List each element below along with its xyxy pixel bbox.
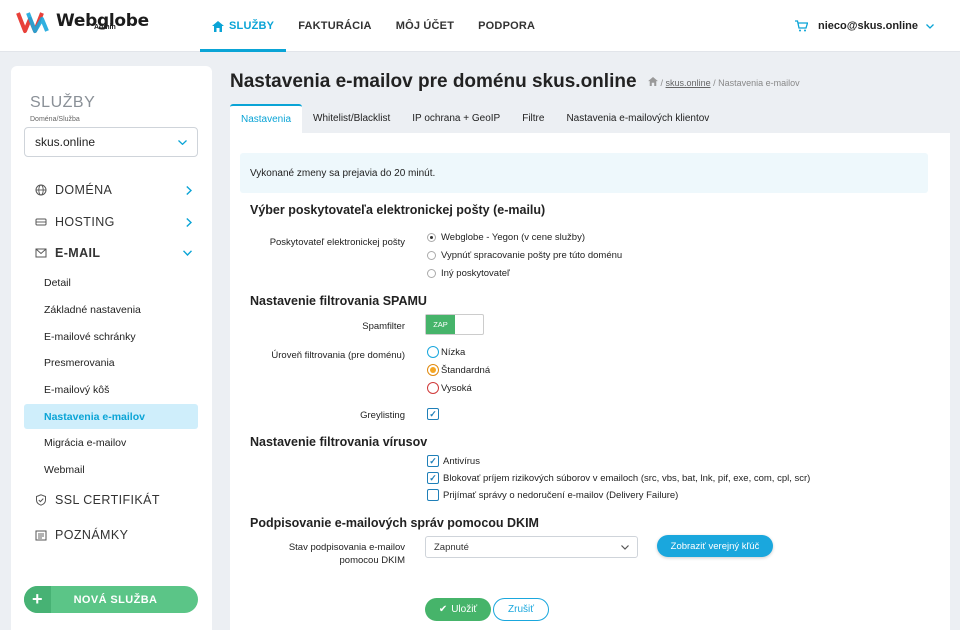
checkbox-empty[interactable]	[427, 489, 439, 501]
sidebar-subitem-nastavenia-emailov[interactable]: Nastavenia e-mailov	[24, 404, 198, 429]
globe-icon	[35, 184, 47, 196]
server-icon	[35, 218, 47, 226]
logo[interactable]: Webglobe	[16, 10, 149, 34]
chevron-down-icon	[178, 139, 187, 145]
breadcrumb-link-domain[interactable]: skus.online	[666, 78, 711, 88]
settings-panel: Vykonané zmeny sa prejavia do 20 minút. …	[230, 133, 950, 630]
level-option-high[interactable]: Vysoká	[427, 382, 472, 394]
sidebar-item-hosting[interactable]: HOSTING	[24, 209, 198, 235]
chevron-down-icon	[183, 250, 192, 256]
save-button[interactable]: ✔ Uložiť	[425, 598, 491, 621]
shield-icon	[36, 494, 46, 506]
virus-option-delivery-failure[interactable]: Prijímať správy o nedoručení e-mailov (D…	[427, 489, 678, 501]
sidebar-item-domena[interactable]: DOMÉNA	[24, 177, 198, 203]
spamfilter-toggle[interactable]: ZAP	[425, 314, 484, 335]
sidebar-title: SLUŽBY	[30, 94, 96, 111]
page-title: Nastavenia e-mailov pre doménu skus.onli…	[230, 71, 637, 92]
check-icon: ✔	[438, 604, 448, 615]
level-option-low[interactable]: Nízka	[427, 346, 465, 358]
chevron-down-icon	[621, 544, 629, 550]
sidebar-subitem-presmerovania[interactable]: Presmerovania	[24, 350, 198, 375]
nav-sluzby[interactable]: SLUŽBY	[200, 0, 287, 52]
sidebar-item-poznamky[interactable]: POZNÁMKY	[24, 522, 198, 548]
info-notice: Vykonané zmeny sa prejavia do 20 minút.	[240, 153, 928, 193]
section-provider-heading: Výber poskytovateľa elektronickej pošty …	[250, 203, 546, 217]
sidebar-subitem-schranky[interactable]: E-mailové schránky	[24, 324, 198, 349]
home-icon[interactable]	[648, 77, 658, 86]
notes-icon	[35, 530, 47, 540]
home-icon	[212, 20, 224, 32]
nav-moj-ucet[interactable]: MÔJ ÚČET	[384, 0, 466, 52]
sidebar-subitem-kos[interactable]: E-mailový kôš	[24, 377, 198, 402]
tab-filtre[interactable]: Filtre	[511, 104, 555, 133]
user-menu[interactable]: nieco@skus.online	[795, 0, 934, 52]
breadcrumb-current: Nastavenia e-mailov	[718, 78, 800, 88]
level-option-standard[interactable]: Štandardná	[427, 364, 490, 376]
provider-option-disable[interactable]: Vypnúť spracovanie pošty pre túto doménu	[427, 250, 622, 261]
section-virus-heading: Nastavenie filtrovania vírusov	[250, 435, 428, 449]
tab-emailove-klienty[interactable]: Nastavenia e-mailových klientov	[555, 104, 720, 133]
chevron-right-icon	[186, 217, 192, 227]
top-bar: Webglobe Admin SLUŽBY FAKTURÁCIA MÔJ ÚČE…	[0, 0, 960, 52]
virus-option-antivirus[interactable]: ✓ Antivírus	[427, 455, 480, 467]
sidebar-subitem-zakladne-nastavenia[interactable]: Základné nastavenia	[24, 297, 198, 322]
dkim-status-select[interactable]: Zapnuté	[425, 536, 638, 558]
radio-selected[interactable]	[427, 364, 439, 376]
radio-selected[interactable]	[427, 233, 436, 242]
section-dkim-heading: Podpisovanie e-mailových správ pomocou D…	[250, 516, 539, 530]
dkim-label: Stav podpisovania e-mailov pomocou DKIM	[288, 542, 405, 566]
tab-ip-ochrana[interactable]: IP ochrana + GeoIP	[401, 104, 511, 133]
sidebar-item-email[interactable]: E-MAIL	[24, 240, 198, 266]
new-service-button[interactable]: + NOVÁ SLUŽBA	[24, 586, 198, 613]
check-icon[interactable]: ✓	[427, 408, 439, 420]
filter-level-label: Úroveň filtrovania (pre doménu)	[271, 350, 405, 361]
main-nav: SLUŽBY FAKTURÁCIA MÔJ ÚČET PODPORA	[200, 0, 547, 52]
show-public-key-button[interactable]: Zobraziť verejný kľúč	[657, 535, 773, 557]
cart-icon[interactable]	[795, 20, 809, 32]
provider-option-other[interactable]: Iný poskytovateľ	[427, 268, 510, 279]
radio-unselected[interactable]	[427, 251, 436, 260]
chevron-right-icon	[186, 185, 192, 195]
greylisting-checkbox[interactable]: ✓	[427, 408, 443, 420]
provider-option-webglobe[interactable]: Webglobe - Yegon (v cene služby)	[427, 232, 585, 243]
check-icon[interactable]: ✓	[427, 472, 439, 484]
greylisting-label: Greylisting	[360, 410, 405, 421]
sidebar: SLUŽBY Doména/Služba skus.online DOMÉNA …	[11, 66, 212, 630]
check-icon[interactable]: ✓	[427, 455, 439, 467]
radio-unselected[interactable]	[427, 382, 439, 394]
sidebar-subitem-webmail[interactable]: Webmail	[24, 457, 198, 482]
sidebar-subtitle: Doména/Služba	[30, 116, 80, 123]
plus-icon: +	[24, 586, 51, 613]
nav-podpora[interactable]: PODPORA	[466, 0, 547, 52]
sidebar-item-ssl[interactable]: SSL CERTIFIKÁT	[24, 487, 198, 513]
spamfilter-label: Spamfilter	[362, 321, 405, 332]
section-spam-heading: Nastavenie filtrovania SPAMU	[250, 294, 427, 308]
tab-nastavenia[interactable]: Nastavenia	[230, 104, 303, 133]
envelope-icon	[35, 248, 47, 258]
brand-sub: Admin	[94, 24, 116, 31]
cancel-button[interactable]: Zrušiť	[493, 598, 549, 621]
breadcrumb: / skus.online / Nastavenia e-mailov	[648, 77, 800, 88]
tab-whitelist-blacklist[interactable]: Whitelist/Blacklist	[302, 104, 401, 133]
user-email[interactable]: nieco@skus.online	[818, 20, 918, 32]
tab-bar: Nastavenia Whitelist/Blacklist IP ochran…	[230, 104, 720, 133]
domain-select[interactable]: skus.online	[24, 127, 198, 157]
webglobe-logo-icon	[16, 12, 49, 33]
nav-fakturacia[interactable]: FAKTURÁCIA	[286, 0, 384, 52]
sidebar-subitem-migracia[interactable]: Migrácia e-mailov	[24, 430, 198, 455]
radio-unselected[interactable]	[427, 269, 436, 278]
radio-unselected[interactable]	[427, 346, 439, 358]
virus-option-block-risky[interactable]: ✓ Blokovať príjem rizikových súborov v e…	[427, 472, 810, 484]
sidebar-subitem-detail[interactable]: Detail	[24, 270, 198, 295]
provider-label: Poskytovateľ elektronickej pošty	[269, 237, 405, 248]
chevron-down-icon[interactable]	[926, 23, 934, 29]
